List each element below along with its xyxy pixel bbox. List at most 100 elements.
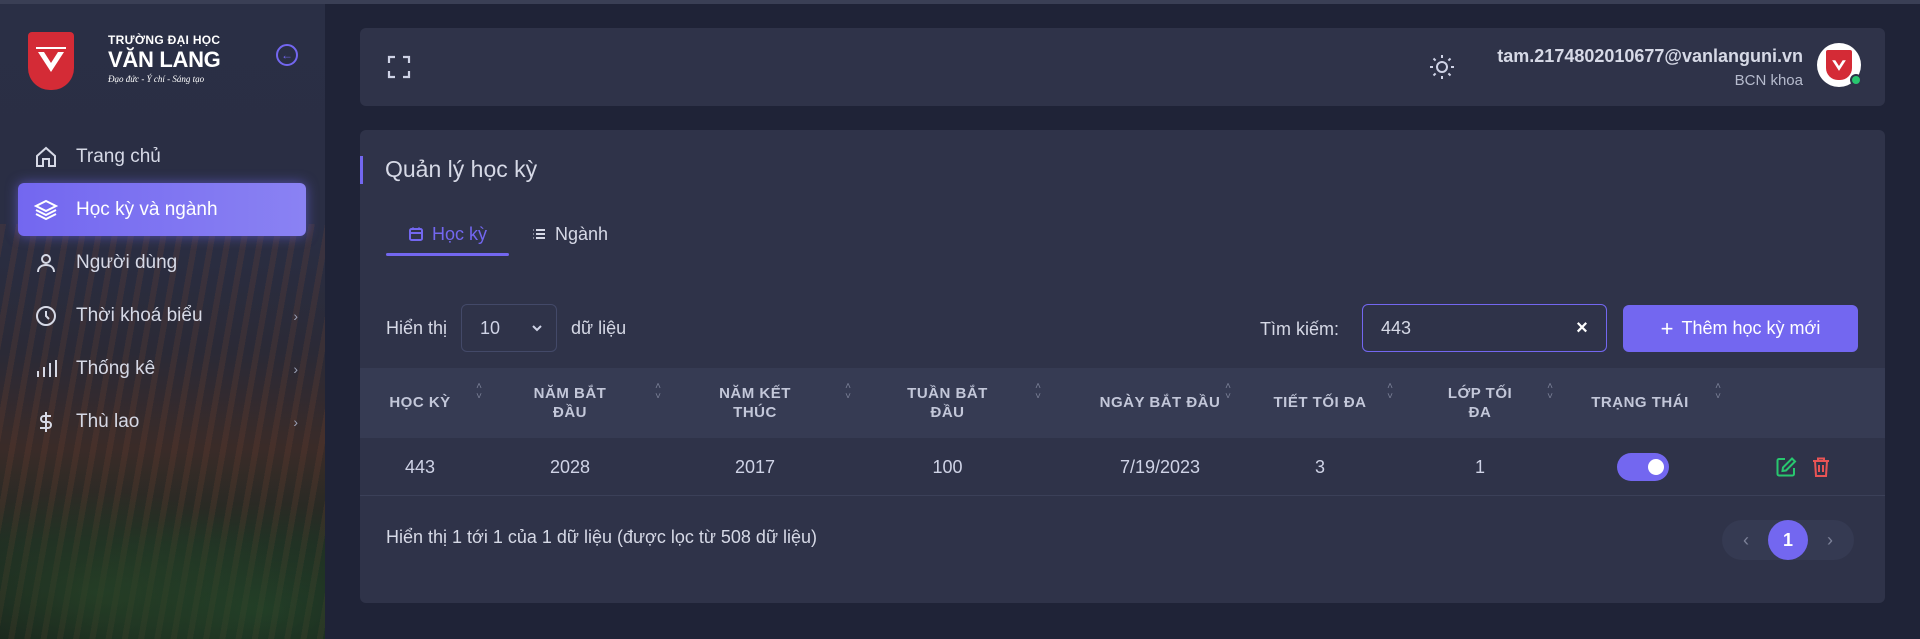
- column-header-max-periods[interactable]: TIẾT TỐI ĐA: [1270, 368, 1370, 438]
- sidebar-item-users[interactable]: Người dùng: [18, 236, 306, 289]
- logo-tagline: Đạo đức - Ý chí - Sáng tạo: [108, 74, 205, 84]
- title-accent-bar: [360, 156, 363, 184]
- column-header-start-date[interactable]: NGÀY BẮT ĐẦU: [1075, 368, 1245, 438]
- sidebar-item-label: Thời khoá biểu: [76, 304, 203, 326]
- column-label: TIẾT TỐI ĐA: [1273, 394, 1367, 412]
- cell-max-classes: 1: [1474, 456, 1485, 477]
- clear-search-icon[interactable]: ×: [1572, 318, 1592, 338]
- semester-management-card: Quản lý học kỳ Học kỳ Ngành Hiển thị 10 …: [360, 130, 1885, 603]
- column-header-start-week[interactable]: TUẦN BẮT ĐẦU: [900, 368, 995, 438]
- chevron-right-icon: ›: [293, 307, 298, 324]
- avatar-logo-icon: [1826, 50, 1852, 80]
- online-status-dot: [1850, 74, 1862, 86]
- chevron-down-icon: [532, 325, 542, 332]
- sidebar-item-label: Người dùng: [76, 251, 178, 273]
- pagination: ‹ 1 ›: [1722, 520, 1854, 560]
- cell-semester: 443: [404, 456, 436, 477]
- status-toggle[interactable]: [1617, 453, 1669, 481]
- logo-line1: TRƯỜNG ĐẠI HỌC: [108, 33, 221, 47]
- tab-label: Học kỳ: [432, 223, 488, 244]
- cell-delete: [1808, 438, 1834, 496]
- sort-icon[interactable]: ˄ ˅: [842, 382, 854, 404]
- edit-icon[interactable]: [1775, 456, 1797, 478]
- bar-chart-icon: [34, 357, 58, 381]
- sidebar: TRƯỜNG ĐẠI HỌC VĂN LANG Đạo đức - Ý chí …: [0, 4, 325, 639]
- next-page-icon[interactable]: ›: [1812, 522, 1848, 558]
- theme-toggle-sun-icon[interactable]: [1428, 53, 1456, 81]
- column-label: TUẦN BẮT ĐẦU: [907, 384, 988, 422]
- tab-label: Ngành: [555, 223, 609, 244]
- show-label: Hiển thị: [386, 317, 448, 338]
- calendar-icon: [408, 226, 424, 242]
- cell-start-week: 100: [932, 456, 963, 477]
- cell-start-date: 7/19/2023: [1119, 456, 1201, 477]
- sidebar-item-remuneration[interactable]: Thù lao ›: [18, 395, 306, 448]
- user-icon: [34, 251, 58, 275]
- list-icon: [531, 226, 547, 242]
- top-header: tam.2174802010677@vanlanguni.vn BCN khoa: [360, 28, 1885, 106]
- sidebar-item-home[interactable]: Trang chủ: [18, 130, 306, 183]
- layers-icon: [34, 198, 58, 222]
- table-info: Hiển thị 1 tới 1 của 1 dữ liệu (được lọc…: [386, 527, 818, 547]
- page-title: Quản lý học kỳ: [385, 156, 538, 182]
- column-header-start-year[interactable]: NĂM BẮT ĐẦU: [525, 368, 615, 438]
- trash-icon[interactable]: [1810, 456, 1832, 478]
- column-label: NĂM KẾT THÚC: [719, 384, 791, 422]
- sidebar-nav: Trang chủ Học kỳ và ngành Người dùng Thờ…: [18, 130, 306, 448]
- sort-icon[interactable]: ˄ ˅: [1544, 382, 1556, 404]
- tab-semesters[interactable]: Học kỳ: [386, 216, 510, 256]
- sidebar-item-statistics[interactable]: Thống kê ›: [18, 342, 306, 395]
- sort-icon[interactable]: ˄ ˅: [473, 382, 485, 404]
- sidebar-item-timetable[interactable]: Thời khoá biểu ›: [18, 289, 306, 342]
- sidebar-item-label: Trang chủ: [76, 145, 161, 167]
- sort-icon[interactable]: ˄ ˅: [652, 382, 664, 404]
- page-size-control: Hiển thị 10 dữ liệu: [386, 304, 626, 352]
- page-size-select[interactable]: 10: [461, 304, 558, 352]
- records-label: dữ liệu: [571, 317, 627, 338]
- fullscreen-icon[interactable]: [386, 54, 412, 80]
- logo-text: TRƯỜNG ĐẠI HỌC VĂN LANG Đạo đức - Ý chí …: [108, 32, 221, 84]
- avatar[interactable]: [1817, 43, 1862, 87]
- plus-icon: +: [1660, 315, 1674, 341]
- logo-line2: VĂN LANG: [108, 47, 221, 72]
- cell-max-periods: 3: [1314, 456, 1325, 477]
- page-1-button[interactable]: 1: [1768, 520, 1808, 560]
- prev-page-icon[interactable]: ‹: [1728, 522, 1764, 558]
- tab-bar: Học kỳ Ngành: [386, 216, 630, 256]
- university-logo[interactable]: TRƯỜNG ĐẠI HỌC VĂN LANG Đạo đức - Ý chí …: [28, 32, 221, 90]
- sidebar-item-label: Thù lao: [76, 410, 140, 432]
- user-email: tam.2174802010677@vanlanguni.vn: [1497, 46, 1803, 66]
- column-label: LỚP TỐI ĐA: [1447, 384, 1513, 422]
- sidebar-item-label: Học kỳ và ngành: [76, 198, 218, 220]
- cell-status: [1588, 438, 1698, 496]
- sort-icon[interactable]: ˄ ˅: [1384, 382, 1396, 404]
- column-label: TRẠNG THÁI: [1591, 394, 1689, 412]
- column-label: HỌC KỲ: [389, 394, 451, 412]
- add-semester-label: Thêm học kỳ mới: [1681, 318, 1821, 338]
- column-header-max-classes[interactable]: LỚP TỐI ĐA: [1440, 368, 1520, 438]
- column-header-status[interactable]: TRẠNG THÁI: [1580, 368, 1700, 438]
- collapse-sidebar-icon[interactable]: ←: [276, 44, 298, 66]
- column-header-end-year[interactable]: NĂM KẾT THÚC: [710, 368, 800, 438]
- table-header: HỌC KỲ ˄ ˅ NĂM BẮT ĐẦU ˄ ˅ NĂM KẾT THÚC ˄ ˅…: [360, 368, 1885, 438]
- cell-start-year: 2028: [549, 456, 591, 477]
- home-icon: [34, 145, 58, 169]
- add-semester-button[interactable]: + Thêm học kỳ mới: [1623, 305, 1858, 352]
- search-label: Tìm kiếm:: [1260, 319, 1339, 339]
- sort-icon[interactable]: ˄ ˅: [1032, 382, 1044, 404]
- sort-icon[interactable]: ˄ ˅: [1222, 382, 1234, 404]
- shield-logo-icon: [28, 32, 74, 90]
- tab-majors[interactable]: Ngành: [509, 216, 630, 252]
- cell-edit: [1773, 438, 1799, 496]
- column-header-semester[interactable]: HỌC KỲ: [360, 368, 480, 438]
- sort-icon[interactable]: ˄ ˅: [1712, 382, 1724, 404]
- dollar-icon: [34, 410, 58, 434]
- chevron-right-icon: ›: [293, 360, 298, 377]
- sidebar-background-foliage: [0, 474, 325, 639]
- column-label: NĂM BẮT ĐẦU: [533, 384, 607, 422]
- sidebar-item-semesters[interactable]: Học kỳ và ngành: [18, 183, 306, 236]
- table-row: 443 2028 2017 100 7/19/2023 3 1: [360, 438, 1885, 496]
- search-input[interactable]: [1362, 304, 1607, 352]
- user-role: BCN khoa: [1734, 72, 1803, 89]
- chevron-right-icon: ›: [293, 413, 298, 430]
